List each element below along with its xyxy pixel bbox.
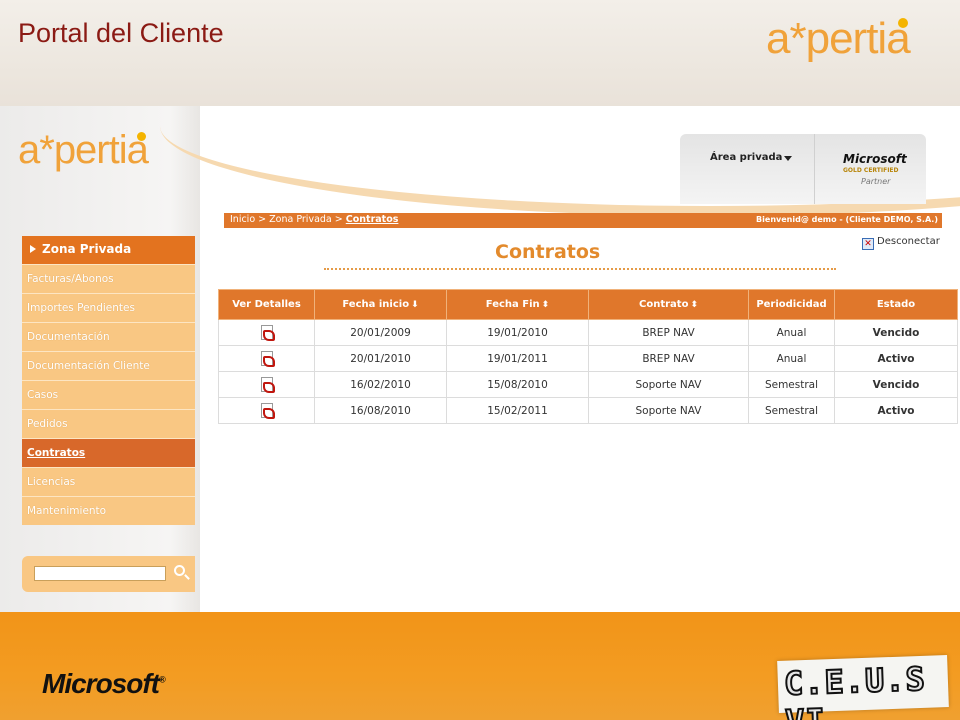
cell-end: 19/01/2011 [446,345,589,372]
status-badge: Vencido [834,371,958,398]
col-fecha-inicio[interactable]: Fecha inicio ⬇ [314,289,447,320]
cell-start: 20/01/2009 [314,319,447,346]
col-periodicidad: Periodicidad [748,289,835,320]
welcome-text: Bienvenid@ demo - (Cliente DEMO, S.A.) [756,215,938,224]
breadcrumb-zona-privada[interactable]: Zona Privada [269,214,332,225]
disconnect-icon: ✕ [862,238,874,250]
portal-logo[interactable]: a*pertia [18,128,149,173]
status-badge: Vencido [834,319,958,346]
cell-start: 20/01/2010 [314,345,447,372]
slide-header: Portal del Cliente a*pertia [0,0,960,106]
logo-dot-icon [136,132,146,141]
sidebar-item-facturas[interactable]: Facturas/Abonos [22,264,195,293]
cell-start: 16/02/2010 [314,371,447,398]
sidebar-item-pedidos[interactable]: Pedidos [22,409,195,438]
ceus-logo: C.E.U.S VI [777,655,949,720]
sidebar-item-documentacion[interactable]: Documentación [22,322,195,351]
cell-contract: BREP NAV [588,319,749,346]
triangle-right-icon [30,245,36,253]
pdf-icon[interactable] [260,351,275,367]
pdf-icon[interactable] [260,325,275,341]
table-row: 20/01/2009 19/01/2010 BREP NAV Anual Ven… [218,319,958,346]
col-ver-detalles: Ver Detalles [218,289,315,320]
slide-title: Portal del Cliente [18,18,224,48]
sort-down-icon[interactable]: ⬇ [411,300,419,310]
col-fecha-fin[interactable]: Fecha Fin ⬍ [446,289,589,320]
sidebar-heading[interactable]: Zona Privada [22,236,195,264]
area-privada-panel: Área privada Microsoft GOLD CERTIFIED Pa… [680,134,926,204]
sidebar-item-mantenimiento[interactable]: Mantenimiento [22,496,195,525]
table-row: 20/01/2010 19/01/2011 BREP NAV Anual Act… [218,345,958,372]
search-icon[interactable] [174,565,185,576]
sidebar-item-contratos[interactable]: Contratos [22,438,195,467]
sidebar: Zona Privada Facturas/Abonos Importes Pe… [22,236,195,525]
sidebar-item-licencias[interactable]: Licencias [22,467,195,496]
table-header-row: Ver Detalles Fecha inicio ⬇ Fecha Fin ⬍ Co… [218,289,958,320]
col-estado: Estado [834,289,958,320]
sidebar-item-importes[interactable]: Importes Pendientes [22,293,195,322]
search-input[interactable] [34,566,166,581]
search-box [22,556,195,592]
pdf-icon[interactable] [260,377,275,393]
table-row: 16/08/2010 15/02/2011 Soporte NAV Semest… [218,397,958,424]
status-badge: Activo [834,397,958,424]
page-title: Contratos [495,241,601,263]
cell-end: 15/02/2011 [446,397,589,424]
table-row: 16/02/2010 15/08/2010 Soporte NAV Semest… [218,371,958,398]
sort-both-icon[interactable]: ⬍ [690,300,698,310]
cell-contract: Soporte NAV [588,397,749,424]
cell-end: 19/01/2010 [446,319,589,346]
col-contrato[interactable]: Contrato ⬍ [588,289,749,320]
breadcrumb: Inicio > Zona Privada > Contratos Bienve… [224,213,942,228]
chevron-down-icon[interactable] [784,156,792,161]
breadcrumb-inicio[interactable]: Inicio [230,214,255,225]
sidebar-item-casos[interactable]: Casos [22,380,195,409]
logo-dot-icon [897,18,908,28]
portal-screenshot: a*pertia Área privada Microsoft GOLD CER… [0,106,960,612]
cell-period: Semestral [748,397,835,424]
microsoft-logo: Microsoft® [42,668,166,699]
cell-contract: Soporte NAV [588,371,749,398]
slide-footer: Microsoft® C.E.U.S VI [0,612,960,720]
cell-contract: BREP NAV [588,345,749,372]
contracts-table: Ver Detalles Fecha inicio ⬇ Fecha Fin ⬍ Co… [218,289,958,424]
cell-period: Semestral [748,371,835,398]
partner-badge: Microsoft GOLD CERTIFIED Partner [814,134,926,204]
status-badge: Activo [834,345,958,372]
cell-period: Anual [748,345,835,372]
cell-period: Anual [748,319,835,346]
breadcrumb-current[interactable]: Contratos [346,214,399,225]
pdf-icon[interactable] [260,403,275,419]
cell-end: 15/08/2010 [446,371,589,398]
area-privada-dropdown[interactable]: Área privada [710,152,782,163]
sidebar-item-documentacion-cliente[interactable]: Documentación Cliente [22,351,195,380]
sort-both-icon[interactable]: ⬍ [542,300,550,310]
disconnect-link[interactable]: ✕ Desconectar [862,236,940,250]
cell-start: 16/08/2010 [314,397,447,424]
title-divider [324,268,836,270]
axpertia-logo: a*pertia [766,14,911,63]
